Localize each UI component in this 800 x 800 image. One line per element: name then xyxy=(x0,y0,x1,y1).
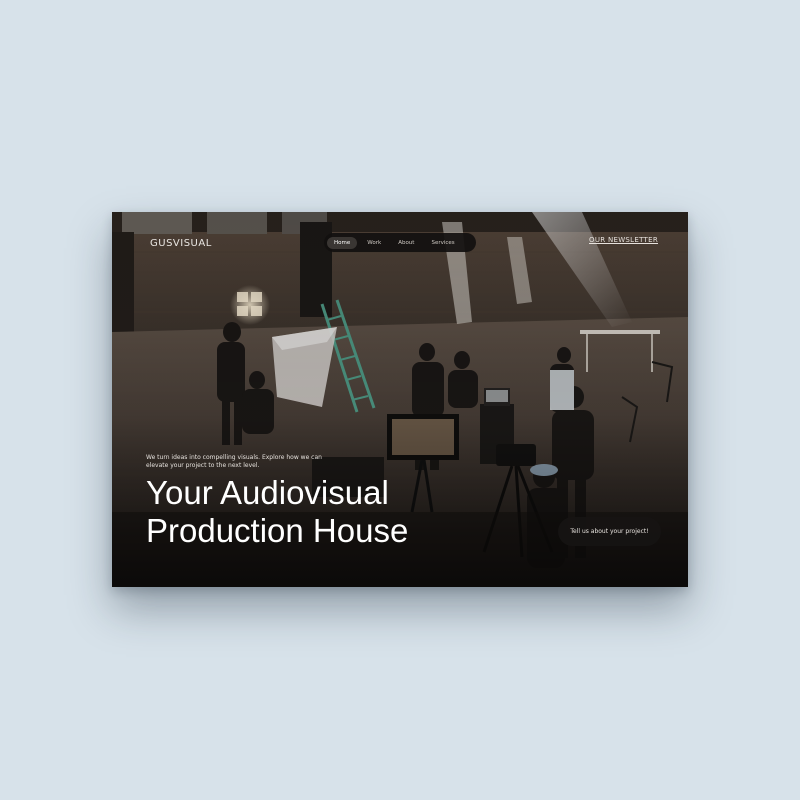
main-nav: Home Work About Services xyxy=(324,233,476,252)
brand-logo[interactable]: GUSVISUAL xyxy=(150,238,212,249)
hero-headline-line-2: Production House xyxy=(146,512,409,549)
project-cta-button[interactable]: Tell us about your project! xyxy=(558,517,661,546)
website-preview: GUSVISUAL Home Work About Services OUR N… xyxy=(112,212,688,587)
hero-headline: Your Audiovisual Production House xyxy=(146,474,408,550)
nav-item-about[interactable]: About xyxy=(391,237,421,249)
hero-headline-line-1: Your Audiovisual xyxy=(146,474,389,511)
nav-item-home[interactable]: Home xyxy=(327,236,358,249)
nav-item-work[interactable]: Work xyxy=(360,237,388,249)
newsletter-link[interactable]: OUR NEWSLETTER xyxy=(589,236,658,244)
hero-intro-text: We turn ideas into compelling visuals. E… xyxy=(146,454,322,469)
nav-item-services[interactable]: Services xyxy=(424,237,461,249)
